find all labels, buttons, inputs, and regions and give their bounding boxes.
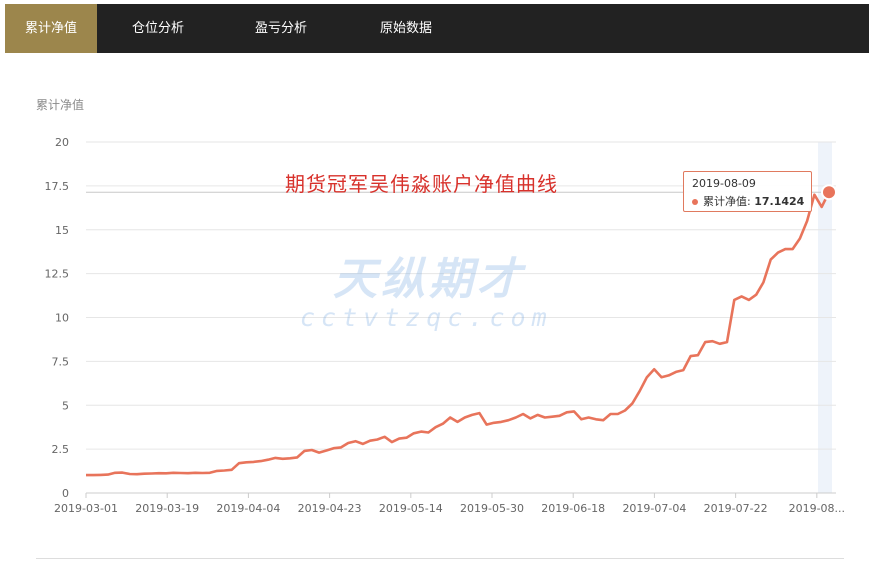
x-tick-label: 2019-06-18 xyxy=(541,502,605,515)
y-tick-label: 10 xyxy=(55,312,69,325)
tooltip-label: 累计净值: xyxy=(703,195,751,208)
watermark-url: cctvtzqc.com xyxy=(300,303,553,332)
x-tick-label: 2019-04-04 xyxy=(216,502,280,515)
y-tick-label: 15 xyxy=(55,224,69,237)
series-line xyxy=(86,191,831,477)
x-tick-label: 2019-04-23 xyxy=(298,502,362,515)
x-tick-label: 2019-03-01 xyxy=(54,502,118,515)
panel-divider xyxy=(36,558,844,559)
y-tick-label: 20 xyxy=(55,136,69,149)
y-tick-label: 7.5 xyxy=(52,355,70,368)
x-tick-label: 2019-03-19 xyxy=(135,502,199,515)
tooltip-date: 2019-08-09 xyxy=(692,177,756,190)
x-tick-label: 2019-05-14 xyxy=(379,502,443,515)
y-tick-label: 2.5 xyxy=(52,443,70,456)
highlighted-point xyxy=(821,184,837,201)
x-tick-label: 2019-08... xyxy=(789,502,845,515)
app-frame: 累计净值 仓位分析 盈亏分析 原始数据 累计净值 0 2.5 5 7.5 10 12.5 1… xyxy=(0,0,874,562)
y-tick-label: 12.5 xyxy=(45,268,70,281)
tooltip-row: 累计净值: 17.1424 xyxy=(692,193,805,209)
tooltip-series-marker xyxy=(692,199,698,205)
x-tick-label: 2019-07-04 xyxy=(622,502,686,515)
x-tick-label: 2019-07-22 xyxy=(704,502,768,515)
watermark-text: 天纵期才 xyxy=(333,254,525,305)
chart-tooltip: 2019-08-09 累计净值: 17.1424 xyxy=(683,171,812,212)
y-tick-label: 17.5 xyxy=(45,180,70,193)
chart-overlay-caption: 期货冠军吴伟淼账户净值曲线 xyxy=(285,172,558,196)
y-tick-label: 0 xyxy=(62,487,69,500)
x-tick-label: 2019-05-30 xyxy=(460,502,524,515)
y-tick-label: 5 xyxy=(62,399,69,412)
tooltip-value: 17.1424 xyxy=(754,195,805,208)
